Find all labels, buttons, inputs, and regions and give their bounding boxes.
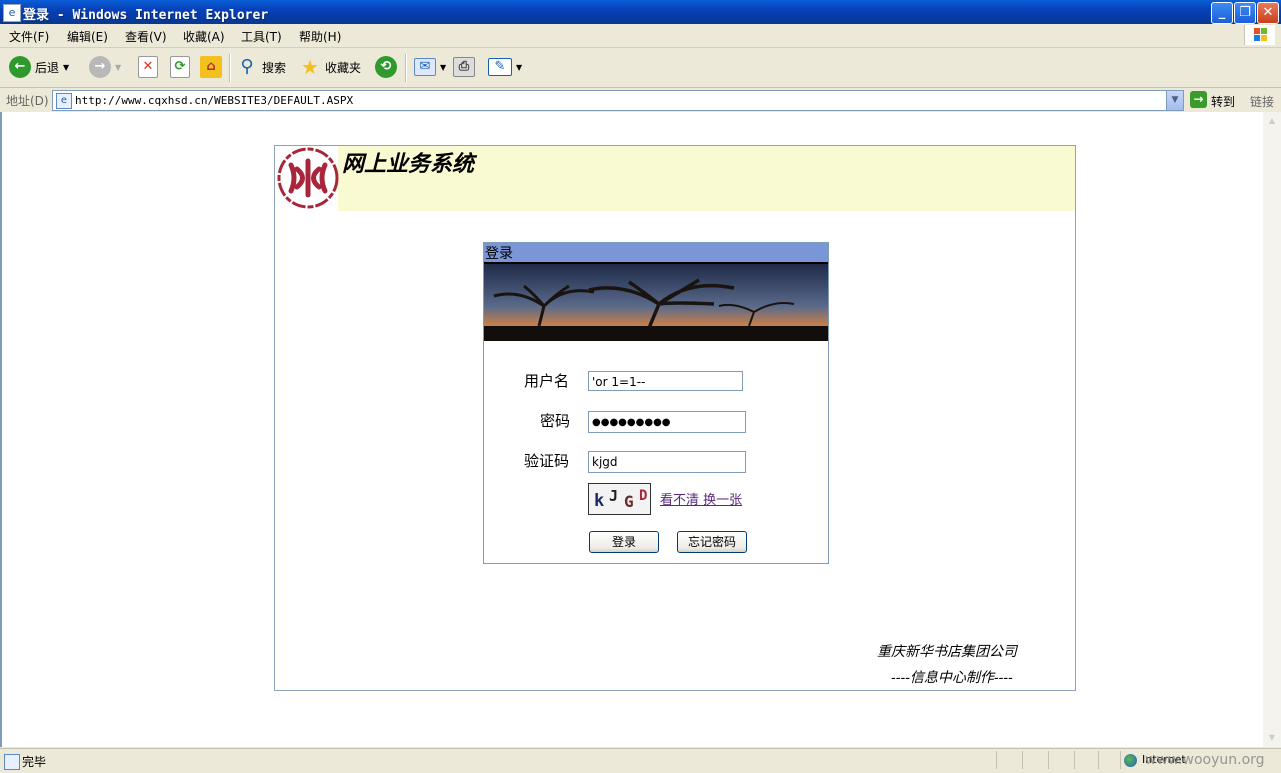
minimize-button[interactable]: _ xyxy=(1211,2,1233,24)
forgot-password-button[interactable]: 忘记密码 xyxy=(677,531,747,553)
home-icon: ⌂ xyxy=(200,56,222,78)
back-label: 后退 xyxy=(35,60,60,75)
address-label: 地址(D) xyxy=(6,94,49,108)
history-button[interactable]: ⟲ xyxy=(375,55,397,79)
page-icon: e xyxy=(56,93,72,109)
close-button[interactable]: ✕ xyxy=(1257,2,1279,24)
address-bar: 地址(D) e http://www.cqxhsd.cn/WEBSITE3/DE… xyxy=(0,88,1281,113)
tree-banner-image xyxy=(484,264,828,341)
windows-logo-icon xyxy=(1244,25,1275,45)
go-button[interactable]: 转到 xyxy=(1211,93,1235,110)
login-header: 登录 xyxy=(484,243,828,264)
watermark: www.wooyun.org xyxy=(1145,752,1265,768)
menu-favorites[interactable]: 收藏(A) xyxy=(183,28,225,45)
address-dropdown-icon[interactable]: ▼ xyxy=(1166,91,1183,110)
history-icon: ⟲ xyxy=(375,56,397,78)
system-title: 网上业务系统 xyxy=(342,151,475,177)
scroll-up-icon[interactable]: ▲ xyxy=(1264,113,1280,129)
refresh-button[interactable]: ⟳ xyxy=(170,55,190,79)
forward-arrow-icon: → xyxy=(89,56,111,78)
search-label: 搜索 xyxy=(262,60,287,75)
captcha-char: J xyxy=(609,487,619,505)
print-button[interactable]: ⎙ xyxy=(453,55,475,79)
password-input[interactable]: ●●●●●●●●● xyxy=(588,411,746,433)
back-arrow-icon: ← xyxy=(9,56,31,78)
status-text: 完毕 xyxy=(22,755,47,769)
login-header-text: 登录 xyxy=(485,246,513,262)
star-icon: ★ xyxy=(301,55,319,79)
mail-icon: ✉ xyxy=(414,58,436,76)
restore-button[interactable]: ❐ xyxy=(1234,2,1256,24)
menu-tools[interactable]: 工具(T) xyxy=(241,28,282,45)
chevron-down-icon[interactable]: ▼ xyxy=(440,63,446,72)
captcha-input[interactable]: kjgd xyxy=(588,451,746,473)
favorites-label: 收藏夹 xyxy=(325,60,362,75)
menu-view[interactable]: 查看(V) xyxy=(125,28,167,45)
captcha-refresh-link[interactable]: 看不清 换一张 xyxy=(660,489,742,508)
edit-page-icon: ✎ xyxy=(488,58,512,76)
links-label[interactable]: 链接 xyxy=(1250,93,1274,110)
captcha-char: D xyxy=(639,488,648,504)
printer-icon: ⎙ xyxy=(453,57,475,77)
address-url[interactable]: http://www.cqxhsd.cn/WEBSITE3/DEFAULT.AS… xyxy=(75,94,353,107)
favorites-button[interactable]: ★ 收藏夹 xyxy=(299,55,361,79)
captcha-char: G xyxy=(624,492,634,511)
toolbar: ← 后退 ▼ → ▼ ✕ ⟳ ⌂ ⚲ 搜索 ★ 收藏夹 ⟲ ✉ ▼ ⎙ ✎ ▼ xyxy=(0,48,1281,88)
footer-company: 重庆新华书店集团公司 xyxy=(877,644,1017,660)
mail-button[interactable]: ✉ ▼ xyxy=(414,55,446,79)
chevron-down-icon[interactable]: ▼ xyxy=(63,63,69,72)
menu-file[interactable]: 文件(F) xyxy=(9,28,49,45)
home-button[interactable]: ⌂ xyxy=(200,55,222,79)
scroll-down-icon[interactable]: ▼ xyxy=(1264,730,1280,746)
vertical-scrollbar[interactable]: ▲ ▼ xyxy=(1263,112,1281,747)
menu-bar: 文件(F) 编辑(E) 查看(V) 收藏(A) 工具(T) 帮助(H) xyxy=(0,24,1281,48)
stop-icon: ✕ xyxy=(138,56,158,78)
chevron-down-icon: ▼ xyxy=(115,62,122,72)
search-button[interactable]: ⚲ 搜索 xyxy=(236,55,286,79)
captcha-label: 验证码 xyxy=(524,452,570,470)
login-panel: 登录 xyxy=(483,242,829,564)
page-done-icon xyxy=(4,754,20,770)
back-button[interactable]: ← 后退 ▼ xyxy=(9,55,69,79)
stop-button[interactable]: ✕ xyxy=(138,55,158,79)
address-input[interactable]: e http://www.cqxhsd.cn/WEBSITE3/DEFAULT.… xyxy=(52,90,1184,111)
status-bar: 完毕 Internet xyxy=(0,748,1281,773)
captcha-image: k J G D xyxy=(588,483,651,515)
xinhua-logo xyxy=(277,147,339,209)
refresh-icon: ⟳ xyxy=(170,56,190,78)
internet-zone-icon xyxy=(1124,754,1137,767)
menu-help[interactable]: 帮助(H) xyxy=(299,28,341,45)
username-input[interactable]: 'or 1=1-- xyxy=(588,371,743,391)
menu-edit[interactable]: 编辑(E) xyxy=(67,28,108,45)
forward-button[interactable]: → ▼ xyxy=(89,55,121,79)
chevron-down-icon[interactable]: ▼ xyxy=(516,63,522,72)
password-label: 密码 xyxy=(540,412,571,430)
username-label: 用户名 xyxy=(524,372,570,390)
search-icon: ⚲ xyxy=(240,56,254,77)
window-title: 登录 - Windows Internet Explorer xyxy=(23,8,269,23)
edit-button[interactable]: ✎ ▼ xyxy=(488,55,522,79)
title-bar[interactable]: e 登录 - Windows Internet Explorer _ ❐ ✕ xyxy=(0,0,1281,24)
ie-page-icon: e xyxy=(3,4,21,22)
login-button[interactable]: 登录 xyxy=(589,531,659,553)
footer-credit: ----信息中心制作---- xyxy=(891,670,1013,686)
captcha-char: k xyxy=(594,491,605,511)
go-arrow-icon[interactable]: → xyxy=(1190,91,1207,108)
